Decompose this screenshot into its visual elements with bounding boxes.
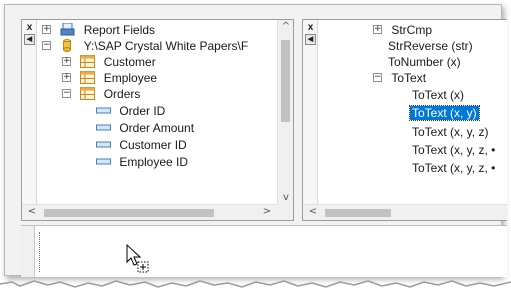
tree-item-employee[interactable]: + Employee: [62, 69, 157, 85]
database-icon: [63, 39, 72, 53]
tree-item-strcmp[interactable]: + StrCmp: [373, 21, 432, 37]
tree-item-label: Y:\SAP Crystal White Papers\F: [83, 38, 249, 53]
torn-edge-decoration: [0, 280, 511, 298]
table-icon: [80, 71, 96, 85]
scroll-left-icon[interactable]: <: [24, 206, 40, 217]
collapse-icon[interactable]: −: [42, 41, 51, 51]
tree-item-label: Employee ID: [119, 154, 189, 169]
tree-item-label: StrCmp: [391, 22, 433, 37]
vertical-scrollbar[interactable]: ^ v: [277, 20, 293, 204]
text-caret: [39, 232, 40, 272]
left-pane-toolbar: x ◀: [22, 20, 37, 220]
expand-icon[interactable]: +: [42, 25, 51, 35]
close-icon[interactable]: x: [24, 22, 35, 33]
collapse-arrow-icon[interactable]: ◀: [24, 34, 35, 45]
tree-item-strreverse[interactable]: StrReverse (str): [388, 37, 473, 53]
tree-item-label: ToNumber (x): [388, 54, 461, 69]
close-icon[interactable]: x: [305, 22, 316, 33]
expand-icon[interactable]: +: [373, 25, 382, 35]
tree-item-label: Employee: [103, 70, 158, 85]
scrollbar-thumb[interactable]: [44, 209, 214, 217]
functions-tree: + StrCmp StrReverse (str) ToNumber (x) −…: [321, 20, 507, 204]
tree-item-report-fields[interactable]: + Report Fields: [42, 21, 155, 37]
expand-icon[interactable]: +: [62, 73, 71, 83]
scroll-up-icon[interactable]: ^: [278, 21, 294, 32]
tree-item-customer-id[interactable]: Customer ID: [96, 136, 187, 152]
formula-workshop-window: x ◀ + Report Fields − Y:\SAP Crystal Whi: [4, 4, 507, 277]
tree-item-totext-x[interactable]: ToText (x): [412, 86, 464, 102]
tree-item-label: Report Fields: [83, 22, 156, 37]
tree-item-label: Order ID: [119, 103, 166, 118]
tree-item-totext-x-y-z[interactable]: ToText (x, y, z): [412, 123, 488, 139]
tree-item-label: Customer: [103, 54, 156, 69]
tree-item-totext-x-y-z-w[interactable]: ToText (x, y, z, •: [412, 141, 495, 157]
tree-item-label: Customer ID: [119, 137, 187, 152]
table-icon: [80, 87, 96, 101]
tree-item-order-id[interactable]: Order ID: [96, 102, 165, 118]
tree-item-totext-x-y-z-w2[interactable]: ToText (x, y, z, •: [412, 159, 495, 175]
scroll-down-icon[interactable]: v: [278, 192, 294, 203]
functions-tree-pane[interactable]: x ◀ + StrCmp StrReverse (str) ToNumber (…: [302, 19, 507, 221]
tree-item-tonumber[interactable]: ToNumber (x): [388, 53, 461, 69]
tree-item-employee-id[interactable]: Employee ID: [96, 153, 188, 169]
tree-item-label: ToText: [391, 70, 427, 85]
scrollbar-thumb[interactable]: [281, 40, 290, 122]
table-icon: [80, 55, 96, 69]
tree-item-label: Order Amount: [119, 120, 195, 135]
scrollbar-thumb[interactable]: [325, 209, 391, 217]
tree-item-database[interactable]: − Y:\SAP Crystal White Papers\F: [42, 37, 248, 53]
tree-item-label: ToText (x): [412, 87, 465, 102]
report-fields-tree-pane[interactable]: x ◀ + Report Fields − Y:\SAP Crystal Whi: [21, 19, 294, 221]
tree-item-totext-x-y[interactable]: ToText (x, y): [409, 104, 480, 121]
tree-item-orders[interactable]: − Orders: [62, 85, 140, 101]
report-fields-icon: [60, 23, 75, 36]
tree-item-label: ToText (x, y, z, •: [412, 160, 496, 175]
tree-item-label-selected: ToText (x, y): [409, 104, 480, 121]
tree-item-label: ToText (x, y, z): [412, 124, 489, 139]
expand-icon[interactable]: +: [62, 57, 71, 67]
scroll-right-icon[interactable]: >: [259, 206, 275, 217]
collapse-arrow-icon[interactable]: ◀: [305, 34, 316, 45]
right-pane-toolbar: x ◀: [303, 20, 318, 220]
collapse-icon[interactable]: −: [373, 73, 382, 83]
scroll-left-icon[interactable]: <: [305, 206, 321, 217]
scrollbar-corner: [277, 204, 293, 220]
tree-item-order-amount[interactable]: Order Amount: [96, 119, 194, 135]
field-icon: [96, 158, 111, 165]
tree-item-customer[interactable]: + Customer: [62, 53, 156, 69]
field-icon: [96, 107, 111, 114]
field-icon: [96, 124, 111, 131]
horizontal-scrollbar[interactable]: < >: [22, 204, 277, 220]
field-icon: [96, 141, 111, 148]
report-fields-tree: + Report Fields − Y:\SAP Crystal White P…: [40, 20, 277, 204]
horizontal-scrollbar[interactable]: <: [303, 204, 507, 220]
tree-item-label: Orders: [103, 86, 141, 101]
formula-text-editor[interactable]: [21, 225, 507, 277]
collapse-icon[interactable]: −: [62, 89, 71, 99]
editor-gutter: [21, 226, 35, 277]
tree-item-label: ToText (x, y, z, •: [412, 142, 496, 157]
tree-item-label: StrReverse (str): [388, 38, 473, 53]
tree-item-totext[interactable]: − ToText: [373, 69, 426, 85]
